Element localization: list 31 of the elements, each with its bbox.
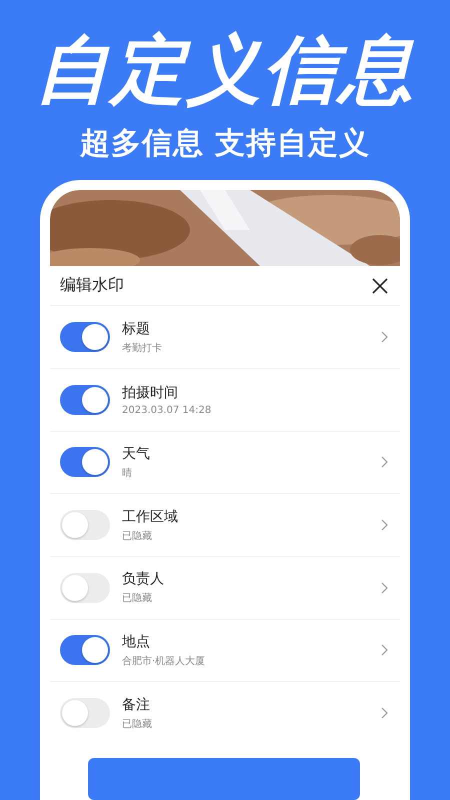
- row-detail: 合肥市·机器人大厦: [122, 654, 206, 668]
- toggle-switch[interactable]: [60, 384, 110, 415]
- toggle-switch[interactable]: [60, 572, 110, 603]
- row-title: 天气: [122, 444, 151, 463]
- row-title: 负责人: [122, 570, 165, 588]
- row-title: 拍摄时间: [122, 384, 179, 402]
- headline: 自定义信息: [35, 26, 415, 115]
- row-detail: 已隐藏: [122, 592, 153, 606]
- row-title: 标题: [122, 320, 151, 338]
- chevron-icon[interactable]: [381, 582, 388, 594]
- chevron-icon[interactable]: [381, 519, 388, 532]
- close-icon[interactable]: [372, 278, 388, 294]
- row-title: 地点: [122, 632, 151, 651]
- row-title: 备注: [122, 696, 151, 714]
- toggle-switch[interactable]: [60, 447, 110, 478]
- row-detail: 晴: [122, 466, 133, 480]
- row-detail: 已隐藏: [122, 530, 153, 543]
- row-title: 工作区域: [122, 508, 179, 526]
- chevron-icon[interactable]: [381, 331, 388, 344]
- row-detail: 已隐藏: [122, 718, 153, 731]
- row-detail: 2023.03.07 14:28: [122, 404, 212, 416]
- chevron-icon[interactable]: [381, 644, 388, 656]
- toggle-switch[interactable]: [60, 322, 110, 352]
- row-detail: 考勤打卡: [122, 342, 163, 355]
- toggle-switch[interactable]: [60, 510, 110, 540]
- toggle-switch[interactable]: [60, 635, 110, 666]
- chevron-icon[interactable]: [381, 456, 388, 468]
- chevron-icon[interactable]: [381, 707, 388, 720]
- toggle-switch[interactable]: [60, 698, 110, 728]
- subtitle: 超多信息 支持自定义: [80, 125, 370, 163]
- sheet-title: 编辑水印: [60, 275, 124, 296]
